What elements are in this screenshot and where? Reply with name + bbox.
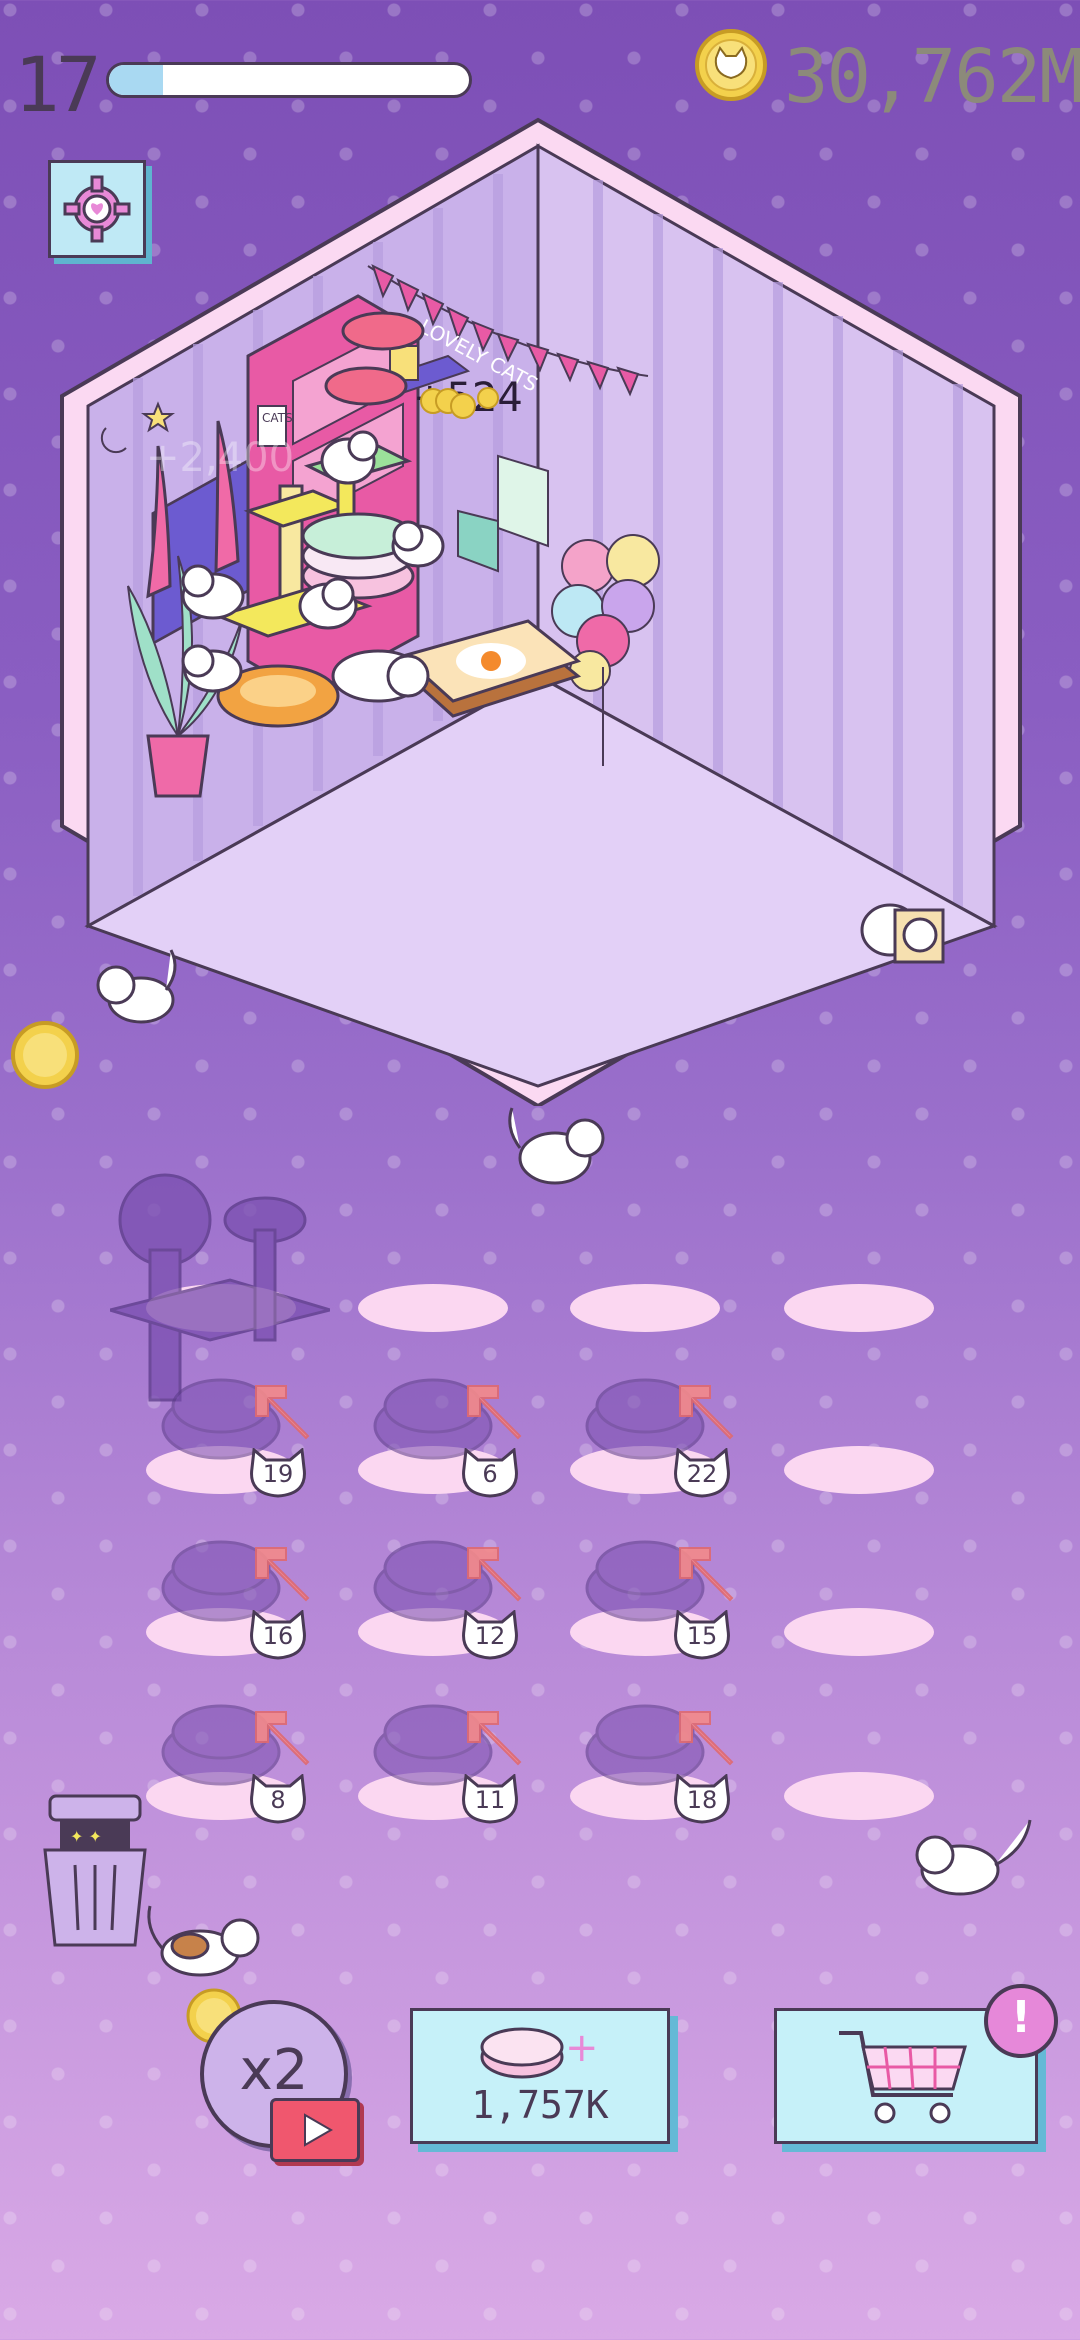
arrow-up-icon: [670, 1538, 740, 1608]
level-badge-number: 16: [262, 1622, 294, 1650]
buy-price: 1,757K: [471, 2083, 609, 2127]
xp-progress-fill: [109, 65, 163, 95]
merge-slot[interactable]: [784, 1608, 934, 1656]
wandering-cat[interactable]: [86, 930, 186, 1040]
level-badge: 12: [458, 1609, 522, 1660]
wandering-cat[interactable]: [905, 1810, 1035, 1920]
wandering-cat-calico[interactable]: [140, 1898, 270, 1998]
level-badge: 15: [670, 1609, 734, 1660]
play-icon: [304, 2113, 334, 2147]
coin-balance: 30,762M: [784, 34, 1080, 120]
trash-icon[interactable]: ✦ ✦: [40, 1790, 150, 1950]
arrow-up-icon: [246, 1376, 316, 1446]
wandering-cat[interactable]: [500, 1098, 610, 1208]
floating-income-2: +2,400: [146, 435, 294, 481]
towel-item-icon: +: [480, 2025, 599, 2079]
cats-poster-label: CATS: [262, 411, 293, 425]
wandering-cat[interactable]: [850, 870, 960, 990]
level-badge: 11: [458, 1773, 522, 1824]
merge-slot[interactable]: [784, 1446, 934, 1494]
svg-text:+: +: [565, 2025, 599, 2071]
watch-ad-button[interactable]: [270, 2098, 360, 2162]
level-badge: 19: [246, 1447, 310, 1498]
level-badge-number: 19: [262, 1460, 294, 1488]
level-badge: 16: [246, 1609, 310, 1660]
coin-icon[interactable]: [10, 1020, 80, 1090]
cart-icon: [839, 2031, 967, 2124]
coin-icon: [695, 29, 767, 101]
level-badge-number: 15: [686, 1622, 718, 1650]
level-badge: 8: [246, 1773, 310, 1824]
arrow-up-icon: [458, 1702, 528, 1772]
level-badge: 18: [670, 1773, 734, 1824]
arrow-up-icon: [670, 1702, 740, 1772]
level-badge: 6: [458, 1447, 522, 1498]
arrow-up-icon: [246, 1538, 316, 1608]
level-badge: 22: [670, 1447, 734, 1498]
level-badge-number: 22: [686, 1460, 718, 1488]
merge-slot[interactable]: [784, 1772, 934, 1820]
merge-slot[interactable]: [358, 1284, 508, 1332]
xp-progress-bar: [106, 62, 472, 98]
level-badge-number: 12: [474, 1622, 506, 1650]
arrow-up-icon: [246, 1702, 316, 1772]
level-badge-number: 8: [270, 1786, 286, 1814]
level-badge-number: 18: [686, 1786, 718, 1814]
arrow-up-icon: [670, 1376, 740, 1446]
arrow-up-icon: [458, 1538, 528, 1608]
merge-slot[interactable]: [570, 1284, 720, 1332]
level-badge-number: 11: [474, 1786, 506, 1814]
x2-label: x2: [239, 2038, 309, 2103]
svg-text:✦ ✦: ✦ ✦: [70, 1827, 102, 1846]
shop-alert-badge: !: [984, 1984, 1058, 2058]
merge-slot[interactable]: [784, 1284, 934, 1332]
level-badge-number: 6: [482, 1460, 498, 1488]
arrow-up-icon: [458, 1376, 528, 1446]
buy-item-button[interactable]: + 1,757K: [410, 2008, 670, 2144]
